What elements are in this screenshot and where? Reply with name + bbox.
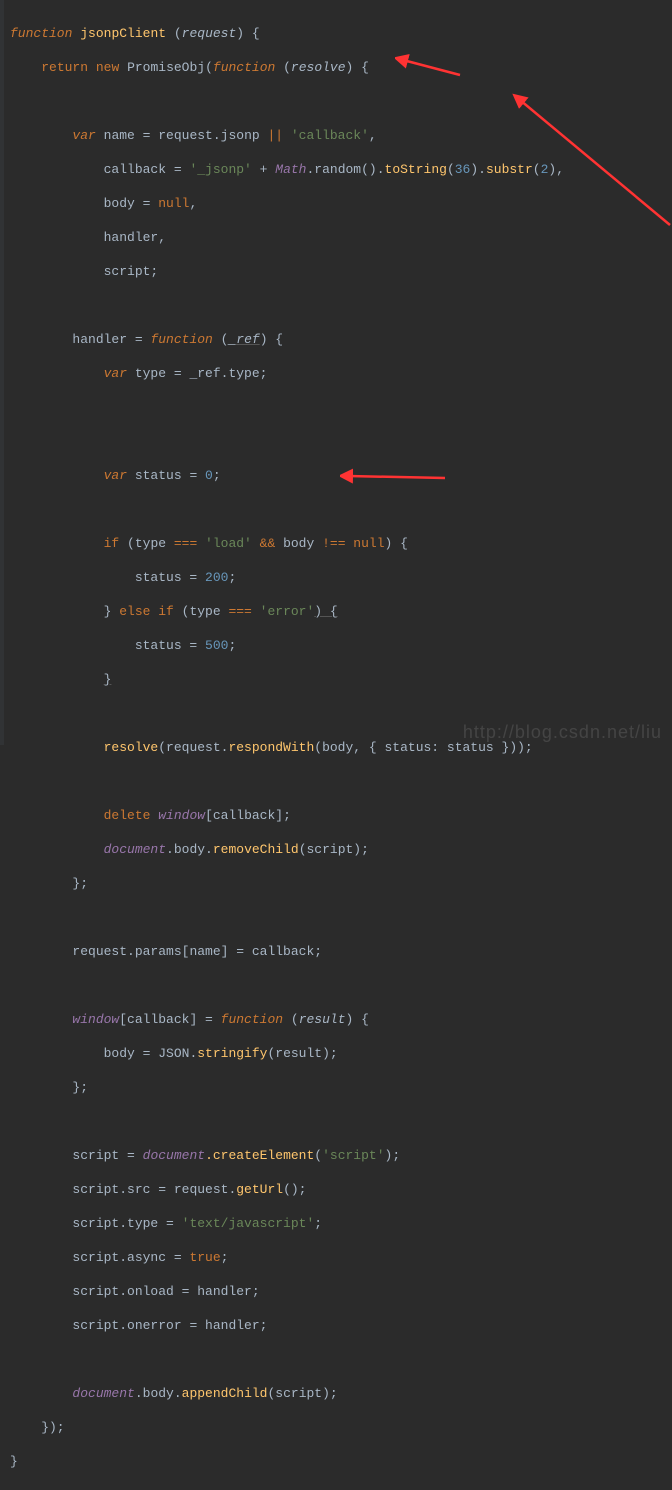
code-line: function jsonpClient (request) {: [10, 25, 662, 42]
code-line: [10, 705, 662, 722]
code-line: return new PromiseObj(function (resolve)…: [10, 59, 662, 76]
code-line: [10, 501, 662, 518]
code-line: [10, 297, 662, 314]
code-line: var type = _ref.type;: [10, 365, 662, 382]
code-line: } else if (type === 'error') {: [10, 603, 662, 620]
code-line: body = null,: [10, 195, 662, 212]
code-line: [10, 773, 662, 790]
code-line: [10, 1351, 662, 1368]
code-line: script = document.createElement('script'…: [10, 1147, 662, 1164]
code-line: };: [10, 875, 662, 892]
code-line: [10, 977, 662, 994]
code-line: callback = '_jsonp' + Math.random().toSt…: [10, 161, 662, 178]
code-line: };: [10, 1079, 662, 1096]
code-editor[interactable]: function jsonpClient (request) { return …: [0, 0, 672, 1490]
code-line: [10, 433, 662, 450]
code-line: handler,: [10, 229, 662, 246]
code-line: script;: [10, 263, 662, 280]
code-line: script.type = 'text/javascript';: [10, 1215, 662, 1232]
code-line: var name = request.jsonp || 'callback',: [10, 127, 662, 144]
code-line: status = 200;: [10, 569, 662, 586]
code-line: document.body.appendChild(script);: [10, 1385, 662, 1402]
code-line: [10, 93, 662, 110]
code-line: if (type === 'load' && body !== null) {: [10, 535, 662, 552]
code-line: }: [10, 1453, 662, 1470]
code-line: request.params[name] = callback;: [10, 943, 662, 960]
code-line: document.body.removeChild(script);: [10, 841, 662, 858]
code-line: });: [10, 1419, 662, 1436]
code-line: window[callback] = function (result) {: [10, 1011, 662, 1028]
code-line: status = 500;: [10, 637, 662, 654]
code-line: var status = 0;: [10, 467, 662, 484]
code-line: [10, 399, 662, 416]
code-line: delete window[callback];: [10, 807, 662, 824]
code-line: script.async = true;: [10, 1249, 662, 1266]
code-line: [10, 1113, 662, 1130]
code-line: script.onload = handler;: [10, 1283, 662, 1300]
code-line: }: [10, 671, 662, 688]
code-line: handler = function (_ref) {: [10, 331, 662, 348]
code-line: script.onerror = handler;: [10, 1317, 662, 1334]
code-line: script.src = request.getUrl();: [10, 1181, 662, 1198]
code-line: body = JSON.stringify(result);: [10, 1045, 662, 1062]
watermark: http://blog.csdn.net/liu: [463, 724, 662, 741]
code-line: [10, 909, 662, 926]
